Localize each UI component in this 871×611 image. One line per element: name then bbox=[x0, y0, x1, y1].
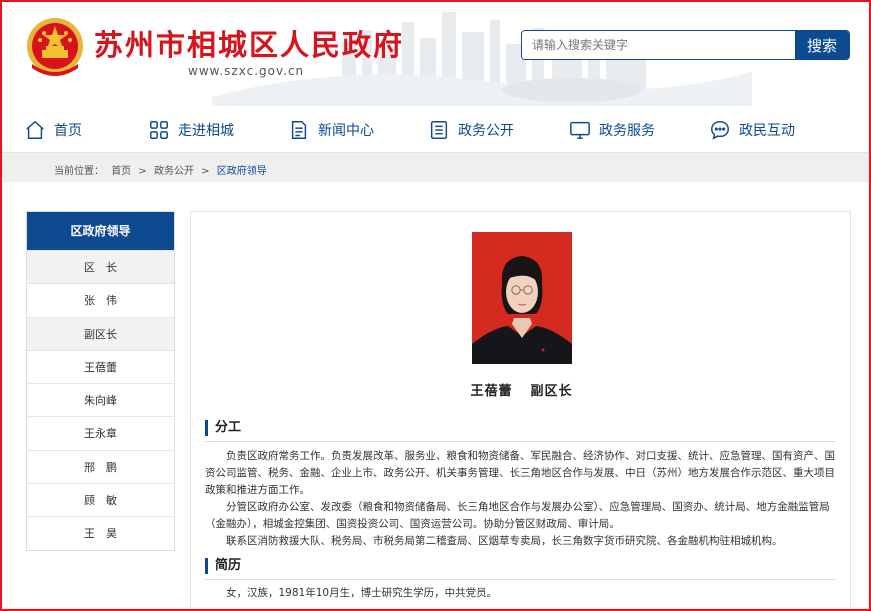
search-input[interactable] bbox=[522, 31, 796, 59]
sidebar-group-deputy-mayor[interactable]: 副区长 bbox=[27, 316, 174, 350]
resume-paragraph: 女，汉族，1981年10月生，博士研究生学历，中共党员。 bbox=[226, 587, 498, 599]
sidebar-item-person[interactable]: 邢 鹏 bbox=[27, 449, 174, 483]
grid-icon bbox=[150, 121, 168, 139]
sidebar-group-mayor[interactable]: 区 长 bbox=[27, 250, 174, 284]
search-button[interactable]: 搜索 bbox=[795, 31, 849, 59]
document-icon bbox=[291, 121, 307, 139]
breadcrumb-item-home[interactable]: 首页 bbox=[111, 166, 131, 177]
duties-paragraph: 联系区消防救援大队、税务局、市税务局第二稽查局、区烟草专卖局，长三角数字货币研究… bbox=[226, 535, 783, 547]
breadcrumb-item-current[interactable]: 区政府领导 bbox=[217, 166, 267, 177]
breadcrumb: 当前位置： 首页 > 政务公开 > 区政府领导 bbox=[54, 162, 271, 177]
chat-icon bbox=[711, 121, 729, 140]
sidebar-item-person[interactable]: 王 昊 bbox=[27, 516, 174, 549]
leaders-sidebar: 区政府领导 区 长 张 伟 副区长 王蓓蕾 朱向峰 王永章 邢 鹏 顾 敏 王 … bbox=[26, 211, 175, 551]
nav-item-label: 政民互动 bbox=[739, 123, 795, 139]
nav-item-about[interactable]: 走进相城 bbox=[148, 118, 234, 142]
profile-panel: 王蓓蕾 副区长 分工 负责区政府常务工作。负责发展改革、服务业、粮食和物资储备、军… bbox=[190, 211, 852, 609]
sidebar-item-person[interactable]: 顾 敏 bbox=[27, 483, 174, 516]
site-url: www.szxc.gov.cn bbox=[188, 64, 305, 78]
sidebar-item-person[interactable]: 王永章 bbox=[27, 416, 174, 449]
site-header: 苏州市相城区人民政府 www.szxc.gov.cn 搜索 bbox=[2, 2, 869, 106]
official-name: 王蓓蕾 bbox=[470, 384, 513, 399]
main-nav: 首页 走进相城 新闻中心 政务公开 政务服务 政民互动 bbox=[2, 106, 869, 152]
resume-section-title: 简历 bbox=[205, 558, 241, 574]
duties-paragraph: 分管区政府办公室、发改委（粮食和物资储备局、长三角地区合作与发展办公室）、应急管… bbox=[205, 501, 830, 530]
nav-item-label: 政务公开 bbox=[458, 123, 514, 139]
section-divider bbox=[205, 441, 836, 442]
duties-section-title: 分工 bbox=[205, 420, 241, 436]
sidebar-item-person[interactable]: 朱向峰 bbox=[27, 383, 174, 416]
monitor-icon bbox=[570, 121, 590, 139]
duties-paragraph: 负责区政府常务工作。负责发展改革、服务业、粮食和物资储备、军民融合、经济协作、对… bbox=[205, 450, 835, 496]
breadcrumb-separator: > bbox=[201, 166, 210, 177]
breadcrumb-bar: 当前位置： 首页 > 政务公开 > 区政府领导 bbox=[2, 152, 869, 182]
search-box: 搜索 bbox=[521, 30, 850, 60]
list-icon bbox=[430, 121, 448, 139]
nav-item-services[interactable]: 政务服务 bbox=[569, 118, 655, 142]
nav-item-news[interactable]: 新闻中心 bbox=[288, 118, 374, 142]
sidebar-title[interactable]: 区政府领导 bbox=[27, 212, 174, 250]
nav-item-open-gov[interactable]: 政务公开 bbox=[428, 118, 514, 142]
breadcrumb-item-open-gov[interactable]: 政务公开 bbox=[154, 166, 194, 177]
nav-item-label: 走进相城 bbox=[178, 123, 234, 139]
national-emblem-logo bbox=[27, 18, 83, 76]
breadcrumb-prefix: 当前位置： bbox=[54, 166, 104, 177]
official-position: 副区长 bbox=[530, 384, 573, 399]
sidebar-item-person[interactable]: 王蓓蕾 bbox=[27, 349, 174, 383]
official-name-title: 王蓓蕾 副区长 bbox=[191, 380, 852, 399]
breadcrumb-separator: > bbox=[138, 166, 147, 177]
nav-item-home[interactable]: 首页 bbox=[24, 118, 82, 142]
section-divider bbox=[205, 579, 836, 580]
nav-item-interaction[interactable]: 政民互动 bbox=[709, 118, 795, 142]
page-frame: 苏州市相城区人民政府 www.szxc.gov.cn 搜索 首页 走进相城 新闻… bbox=[0, 0, 871, 611]
official-portrait-photo bbox=[472, 232, 572, 364]
nav-item-label: 政务服务 bbox=[599, 123, 655, 139]
sidebar-item-person[interactable]: 张 伟 bbox=[27, 283, 174, 316]
nav-item-label: 首页 bbox=[54, 123, 82, 139]
home-icon bbox=[26, 120, 44, 139]
site-title[interactable]: 苏州市相城区人民政府 bbox=[94, 22, 404, 64]
nav-item-label: 新闻中心 bbox=[318, 123, 374, 139]
